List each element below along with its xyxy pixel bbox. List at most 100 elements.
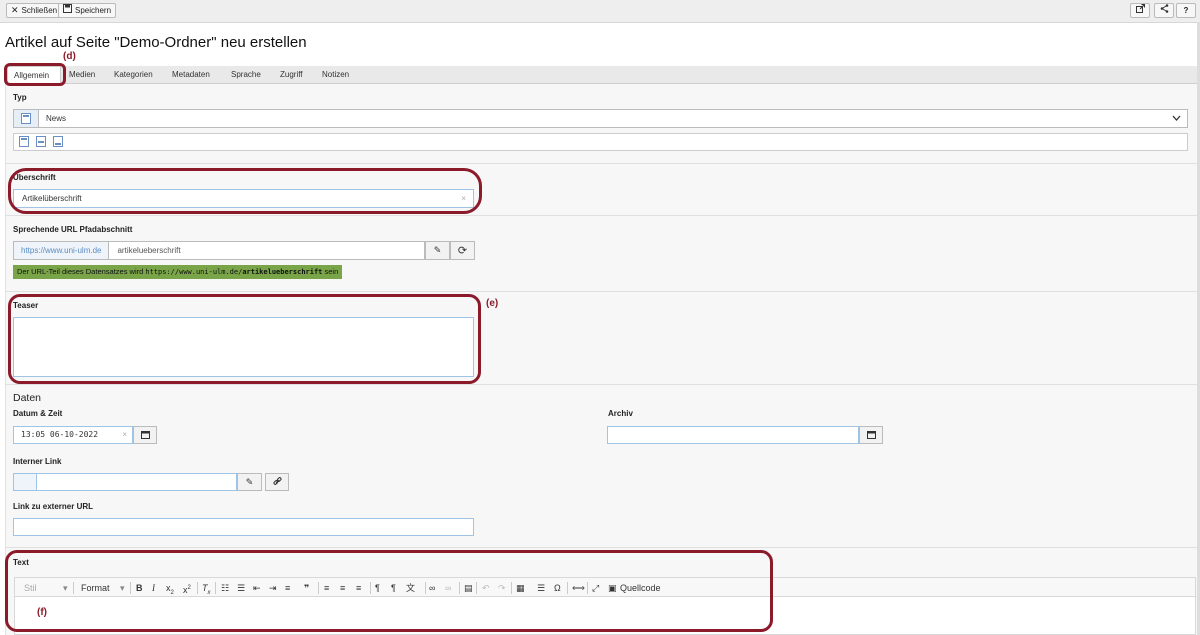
language-icon[interactable]: 文 <box>406 582 415 594</box>
internal-link-input[interactable] <box>13 473 237 491</box>
archive-input[interactable] <box>607 426 859 444</box>
toolbar-separator <box>197 582 198 594</box>
align-left-icon[interactable]: ≡ <box>324 582 329 594</box>
calendar-icon <box>866 430 876 441</box>
rtl-icon[interactable]: ¶ <box>391 582 396 594</box>
ltr-icon[interactable]: ¶ <box>375 582 380 594</box>
bullet-list-icon[interactable]: ☰ <box>237 582 245 594</box>
subscript-icon[interactable]: x2 <box>166 582 174 596</box>
teaser-textarea[interactable] <box>13 317 474 377</box>
teaser-label: Teaser <box>13 301 39 310</box>
link-browser-button[interactable] <box>265 473 289 491</box>
clear-icon[interactable]: × <box>461 194 466 203</box>
outdent-icon[interactable]: ⇤ <box>253 582 261 594</box>
share-icon <box>1160 3 1169 18</box>
edit-mode-icon: ✎ <box>245 476 254 487</box>
superscript-icon[interactable]: x2 <box>183 582 191 595</box>
clear-icon[interactable]: × <box>122 431 127 439</box>
tab-bar: Allgemein Medien Kategorien Metadaten Sp… <box>5 66 1197 84</box>
source-button[interactable]: Quellcode <box>620 582 661 594</box>
type-news-icon[interactable] <box>19 135 29 149</box>
tab-kategorien[interactable]: Kategorien <box>114 66 153 83</box>
toolbar-separator <box>476 582 477 594</box>
toolbar-separator <box>318 582 319 594</box>
section-divider <box>5 547 1197 548</box>
type-external-link-icon[interactable] <box>53 135 63 149</box>
open-new-window-button[interactable] <box>1130 3 1150 18</box>
archive-label: Archiv <box>608 409 633 418</box>
slug-value: artikelueberschrift <box>117 245 181 255</box>
save-button[interactable]: Speichern <box>58 3 117 18</box>
external-link-label: Link zu externer URL <box>13 502 94 511</box>
tab-metadaten[interactable]: Metadaten <box>172 66 210 83</box>
toolbar-separator <box>587 582 588 594</box>
save-icon <box>63 3 72 18</box>
table-icon[interactable]: ▦ <box>516 582 525 594</box>
align-justify-icon[interactable]: ≡ <box>356 582 361 594</box>
blockquote-icon[interactable]: ❞ <box>304 582 309 594</box>
numbered-list-icon[interactable]: ☷ <box>221 582 229 594</box>
news-type-icon <box>14 110 39 127</box>
style-dropdown[interactable]: Stil <box>24 582 37 594</box>
toolbar-separator <box>130 582 131 594</box>
page-title: Artikel auf Seite "Demo-Ordner" neu erst… <box>5 34 307 51</box>
close-button[interactable]: ✕ Schließen <box>6 3 63 18</box>
typ-select[interactable]: News <box>13 109 1188 128</box>
section-divider <box>5 163 1197 164</box>
external-link-icon <box>1135 3 1145 18</box>
chevron-down-icon: ▾ <box>120 583 125 593</box>
slug-recalculate-button[interactable]: ⟳ <box>450 241 475 260</box>
typ-icon-row <box>13 133 1188 151</box>
help-button[interactable]: ? <box>1176 3 1196 18</box>
internal-link-label: Interner Link <box>13 457 62 466</box>
typ-value: News <box>46 113 67 123</box>
toolbar-separator <box>425 582 426 594</box>
toolbar-separator <box>215 582 216 594</box>
redo-icon[interactable]: ↷ <box>498 582 506 594</box>
undo-icon[interactable]: ↶ <box>482 582 490 594</box>
internal-link-toggle-button[interactable]: ✎ <box>237 473 262 491</box>
toolbar-separator <box>370 582 371 594</box>
external-link-input[interactable] <box>13 518 474 536</box>
remove-format-icon[interactable]: Tx <box>202 582 211 596</box>
text-label: Text <box>13 558 29 567</box>
align-right-icon[interactable]: ≡ <box>285 582 290 594</box>
tab-allgemein[interactable]: Allgemein <box>7 66 61 83</box>
paste-icon[interactable]: ▤ <box>464 582 473 594</box>
slug-prefix: https://www.uni-ulm.de <box>14 242 110 259</box>
section-divider <box>5 384 1197 385</box>
type-internal-link-icon[interactable] <box>36 135 46 149</box>
tab-zugriff[interactable]: Zugriff <box>280 66 303 83</box>
share-button[interactable] <box>1154 3 1174 18</box>
horizontal-rule-icon[interactable]: ☰ <box>537 582 545 594</box>
link-icon[interactable]: ∞ <box>429 582 435 594</box>
italic-icon[interactable]: I <box>152 582 155 594</box>
format-dropdown[interactable]: Format <box>81 582 110 594</box>
source-icon: ▣ <box>608 583 617 593</box>
refresh-icon: ⟳ <box>457 245 468 257</box>
document-toolbar: ✕ Schließen Speichern ? <box>0 0 1200 23</box>
chevron-down-icon <box>1172 115 1181 123</box>
unlink-icon[interactable]: ∞ <box>445 582 451 594</box>
maximize-icon[interactable]: ⤢ <box>592 582 599 594</box>
tab-sprache[interactable]: Sprache <box>231 66 261 83</box>
align-center-icon[interactable]: ≡ <box>340 582 345 594</box>
special-char-icon[interactable]: Ω <box>554 582 561 594</box>
tab-notizen[interactable]: Notizen <box>322 66 349 83</box>
indent-icon[interactable]: ⇥ <box>269 582 277 594</box>
datetime-input[interactable]: 13:05 06-10-2022 × <box>13 426 133 444</box>
dates-section-title: Daten <box>13 392 42 404</box>
headline-input[interactable]: Artikelüberschrift × <box>13 189 474 208</box>
annotation-f: (f) <box>37 607 47 618</box>
archive-calendar-button[interactable] <box>859 426 883 444</box>
tab-medien[interactable]: Medien <box>69 66 95 83</box>
bold-icon[interactable]: B <box>136 582 143 594</box>
datetime-calendar-button[interactable] <box>133 426 157 444</box>
soft-hyphen-icon[interactable]: ⟺ <box>572 582 585 594</box>
toolbar-separator <box>73 582 74 594</box>
slug-toggle-button[interactable]: ✎ <box>425 241 450 260</box>
datetime-label: Datum & Zeit <box>13 409 63 418</box>
slug-input[interactable]: https://www.uni-ulm.de artikelueberschri… <box>13 241 425 260</box>
rte-editor[interactable] <box>14 597 1196 635</box>
toolbar-separator <box>511 582 512 594</box>
